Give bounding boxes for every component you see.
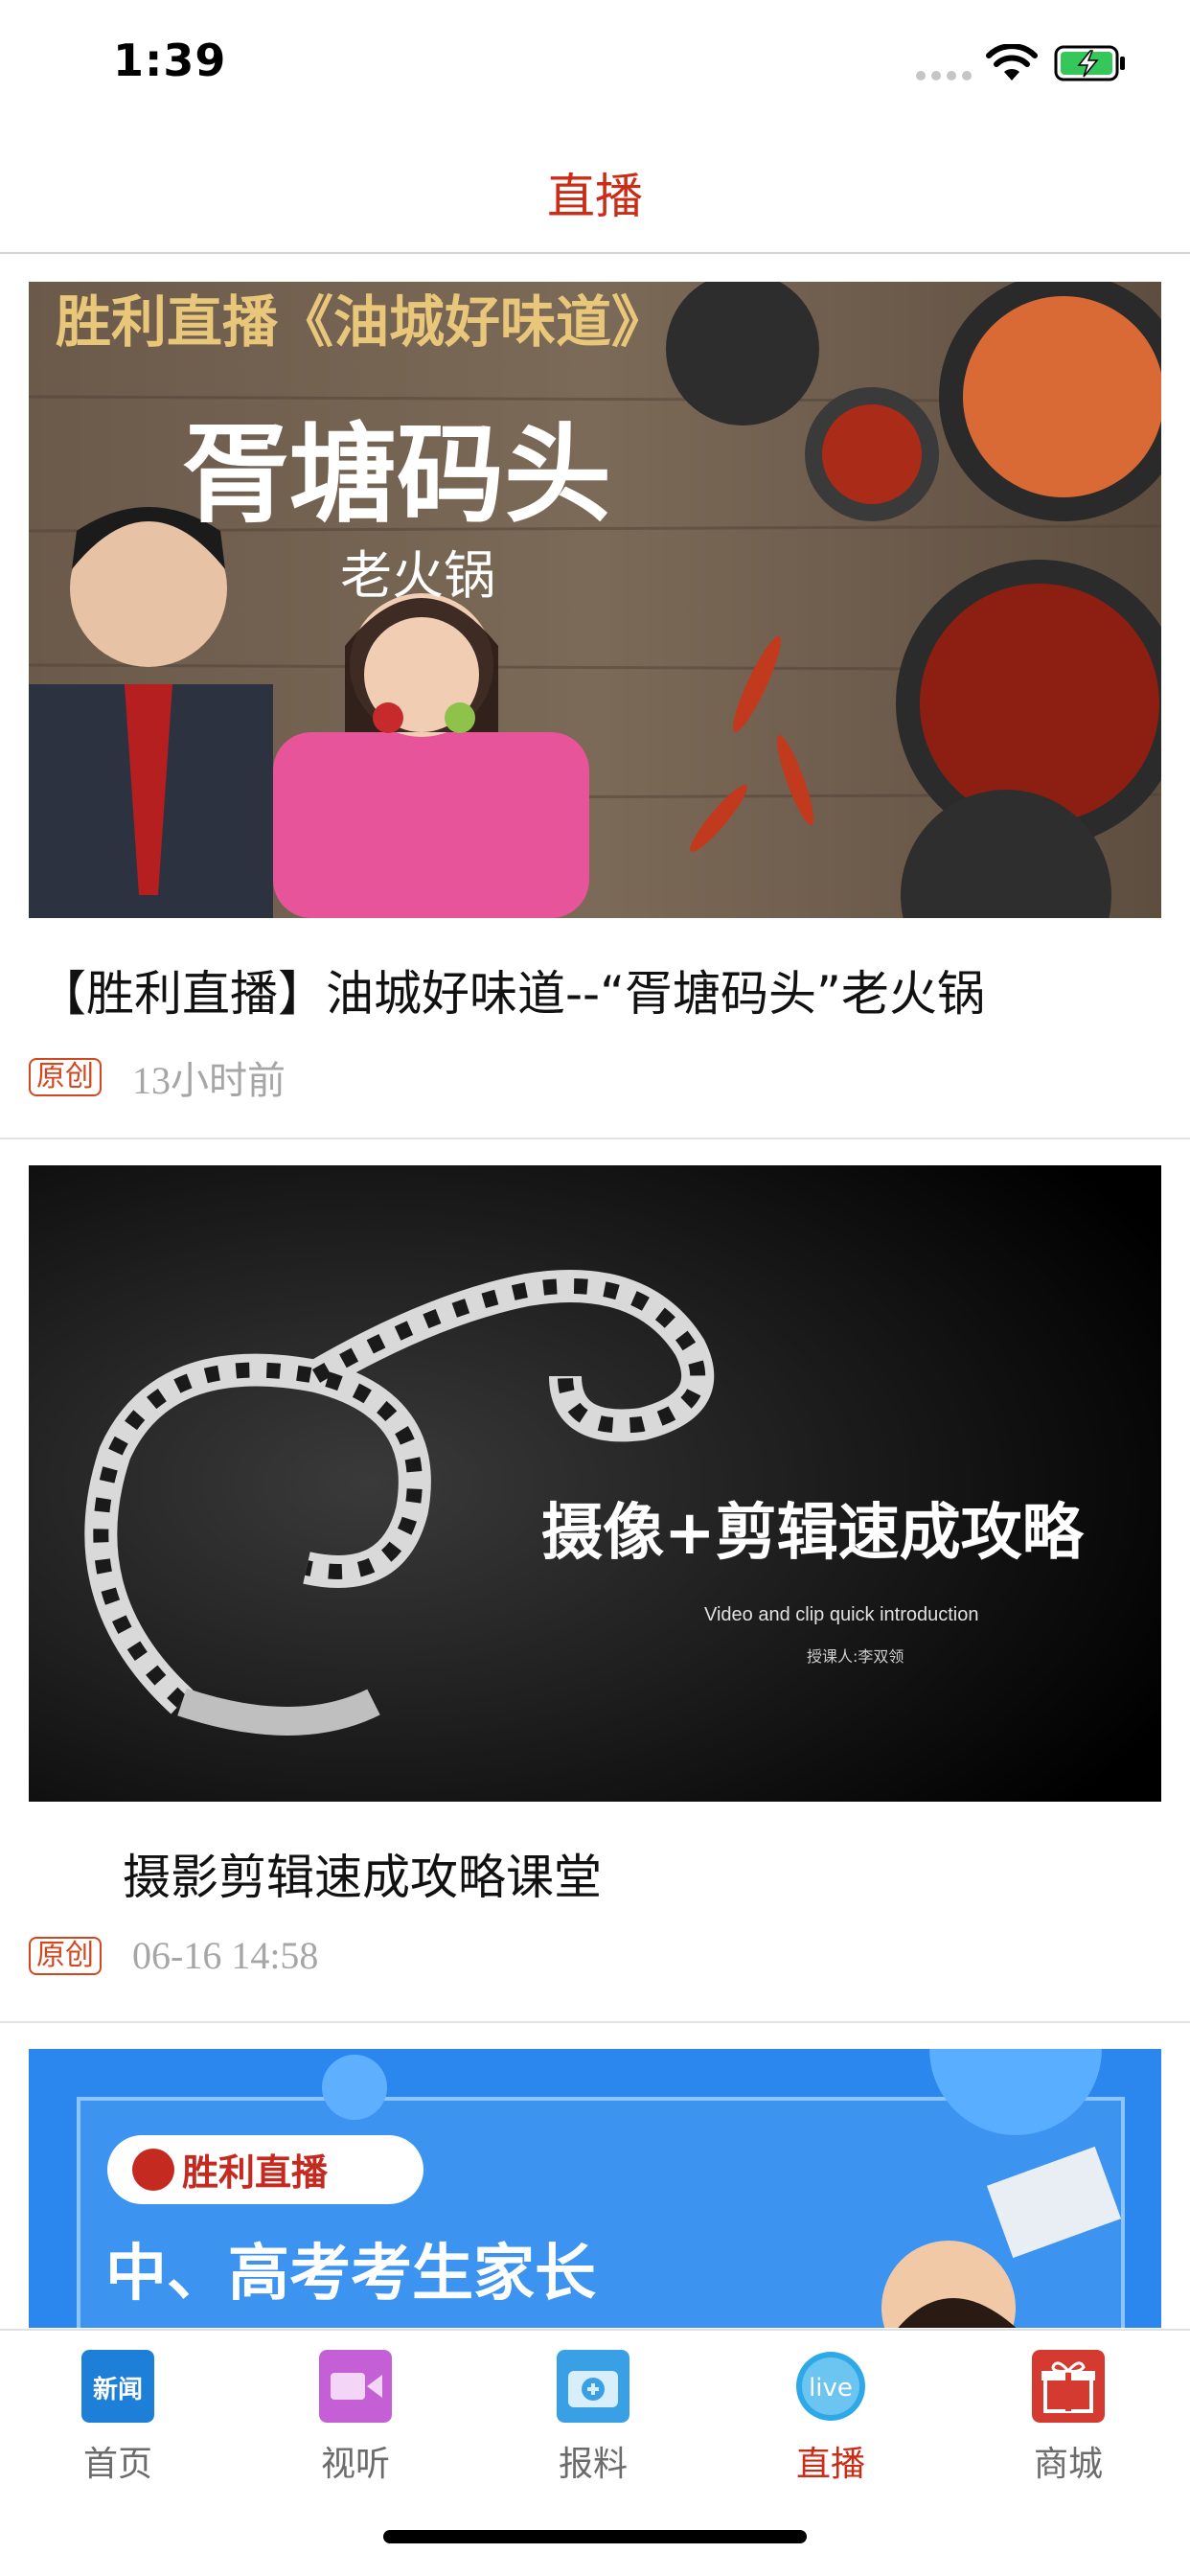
feed-item-time: 06-16 14:58 [132,1934,319,1977]
svg-text:live: live [809,2374,853,2403]
feed-thumbnail-hotpot[interactable]: 胜利直播《油城好味道》 胥塘码头 老火锅 [29,282,1161,918]
exam-banner-image: 胜利直播 中、高考考生家长 [29,2049,1161,2328]
overlay-brand-text: 胥塘码头 [182,412,611,538]
feed-item[interactable]: 胜利直播《油城好味道》 胥塘码头 老火锅 【胜利直播】油城好味道--“胥塘码头”… [0,256,1190,1139]
gift-icon [1032,2350,1105,2423]
feed-item-title[interactable]: 【胜利直播】油城好味道--“胥塘码头”老火锅 [38,955,985,1024]
feed-item-meta: 原创 06-16 14:58 [29,1933,318,1978]
feed-thumbnail-exam[interactable]: 胜利直播 中、高考考生家长 [29,2049,1161,2328]
tab-report[interactable]: 报料 [521,2350,665,2486]
home-indicator[interactable] [383,2530,807,2543]
video-camera-icon [319,2350,392,2423]
wifi-icon [986,44,1038,80]
overlay-english-text: Video and clip quick introduction [704,1604,978,1625]
news-icon: 新闻 [81,2350,154,2423]
tab-label: 报料 [558,2445,628,2484]
page-title: 直播 [547,169,643,224]
status-time: 1:39 [113,34,227,86]
feed-item[interactable]: 摄像+剪辑速成攻略 Video and clip quick introduct… [0,1139,1190,2023]
cellular-signal-icon [916,71,972,80]
overlay-subtitle-text: 老火锅 [340,545,495,606]
original-badge: 原创 [29,1058,102,1096]
tab-label: 商城 [1033,2445,1103,2484]
tab-label: 直播 [795,2445,865,2484]
status-bar: 1:39 [0,0,1190,129]
tab-video[interactable]: 视听 [284,2350,427,2486]
svg-text:新闻: 新闻 [93,2375,143,2404]
overlay-logo-text: 胜利直播 [182,2150,329,2194]
overlay-lecturer-text: 授课人:李双领 [807,1647,904,1666]
tab-label: 首页 [82,2445,152,2484]
navigation-bar: 直播 [0,129,1190,254]
live-icon: live [796,2352,865,2421]
live-feed-list[interactable]: 胜利直播《油城好味道》 胥塘码头 老火锅 【胜利直播】油城好味道--“胥塘码头”… [0,256,1190,2328]
overlay-headline-text: 中、高考考生家长 [105,2239,596,2310]
film-reel-image: 摄像+剪辑速成攻略 Video and clip quick introduct… [29,1165,1161,1802]
tab-mall[interactable]: 商城 [996,2350,1140,2486]
original-badge: 原创 [29,1936,102,1975]
feed-item-time: 13小时前 [132,1059,286,1102]
camera-icon [557,2350,629,2423]
tab-label: 视听 [320,2445,390,2484]
overlay-top-text: 胜利直播《油城好味道》 [56,289,667,355]
feed-thumbnail-film[interactable]: 摄像+剪辑速成攻略 Video and clip quick introduct… [29,1165,1161,1802]
feed-item-title[interactable]: 摄影剪辑速成攻略课堂 [123,1839,602,1908]
overlay-headline-text: 摄像+剪辑速成攻略 [541,1498,1085,1569]
tab-home[interactable]: 新闻 首页 [46,2350,190,2486]
hotpot-image: 胜利直播《油城好味道》 胥塘码头 老火锅 [29,282,1161,918]
tab-live[interactable]: live 直播 [759,2350,903,2486]
feed-item-meta: 原创 13小时前 [29,1049,286,1105]
battery-icon [1054,45,1125,81]
feed-item[interactable]: 胜利直播 中、高考考生家长 [0,2023,1190,2328]
